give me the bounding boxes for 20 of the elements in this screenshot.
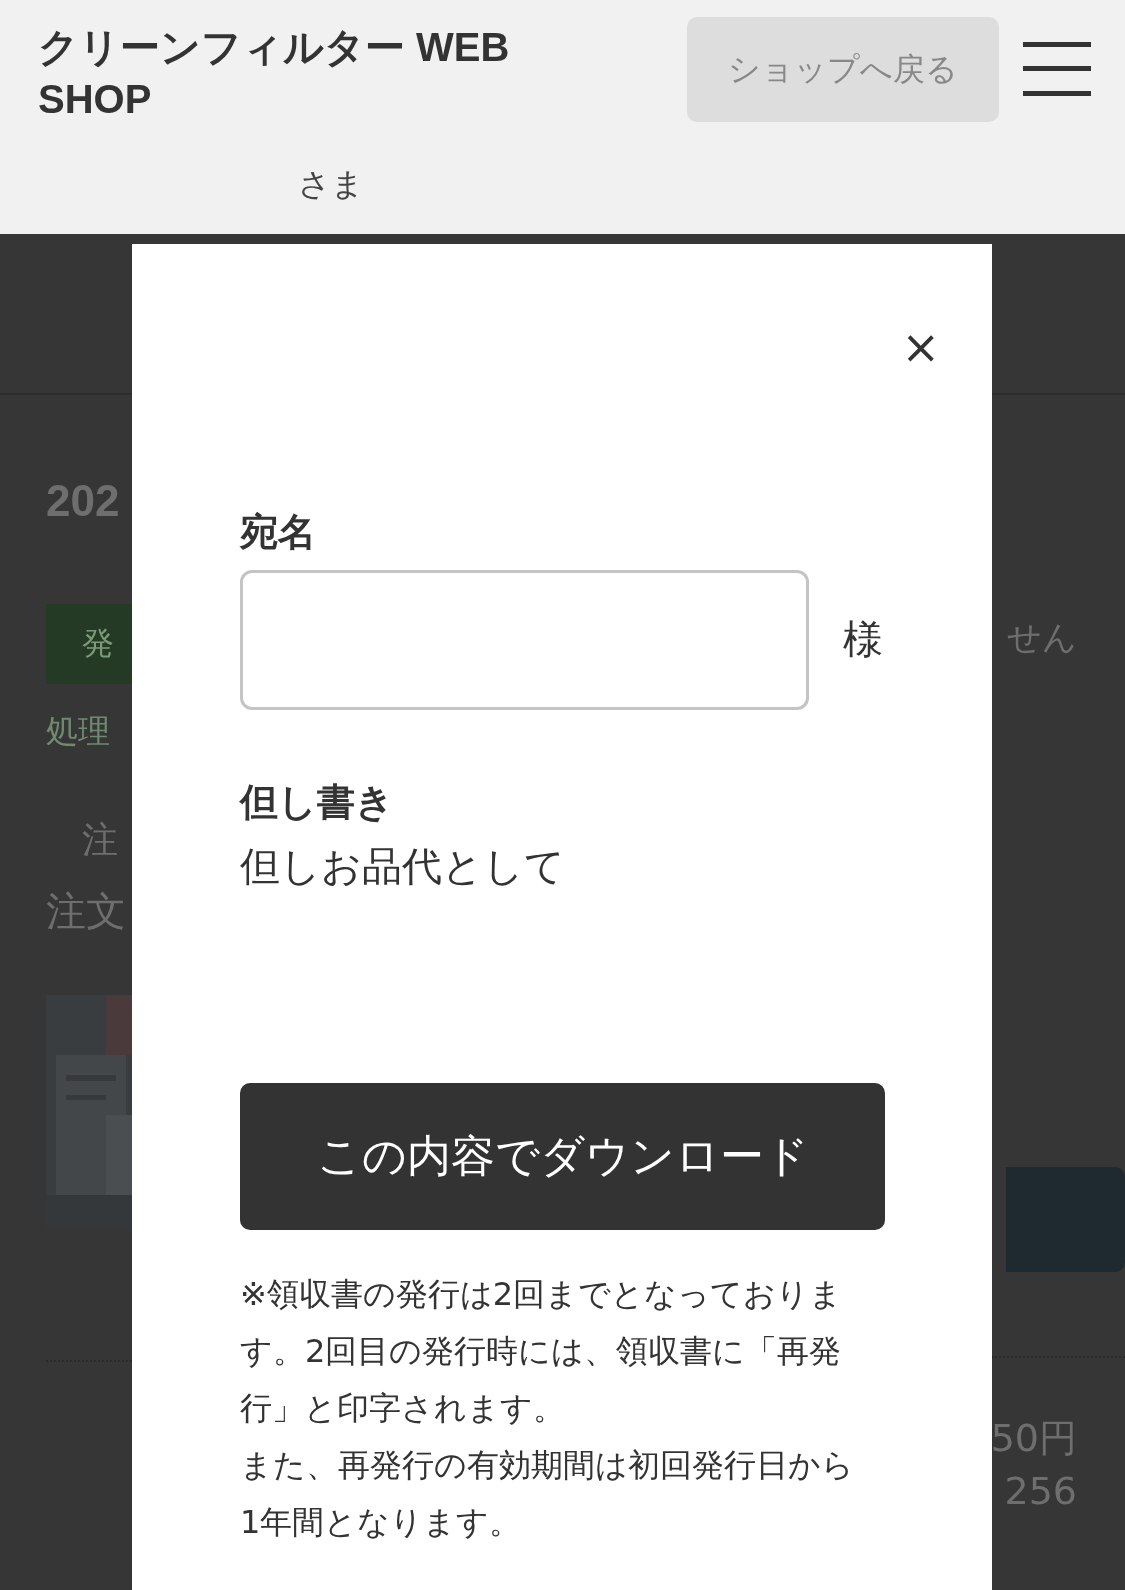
notice-text: ※領収書の発行は2回までとなっております。2回目の発行時には、領収書に「再発行」と印字されます。 xyxy=(240,1274,844,1430)
order-label: 注 xyxy=(82,818,118,862)
status-badge: 発 xyxy=(46,603,132,684)
amount-text: 50円 xyxy=(992,1415,1077,1462)
site-title: クリーンフィルター WEB SHOP xyxy=(38,24,511,123)
greeting-text: さま xyxy=(298,164,364,205)
order-number-label: 注文 xyxy=(46,887,126,936)
notice-text: せん xyxy=(1007,617,1077,658)
notice-text: また、再発行の有効期間は初回発行日から1年間となります。 xyxy=(240,1445,855,1544)
close-button[interactable]: × xyxy=(897,324,944,370)
order-date-text: 202 xyxy=(46,475,120,527)
honorific-suffix: 様 xyxy=(843,615,883,665)
recipient-input[interactable] xyxy=(240,569,809,710)
proviso-text: 但しお品代として xyxy=(240,842,566,892)
menu-icon[interactable] xyxy=(1023,42,1091,98)
recipient-label: 宛名 xyxy=(240,510,317,556)
download-button[interactable]: この内容でダウンロード xyxy=(240,1083,885,1231)
processed-date-label: 処理 xyxy=(46,711,110,751)
proviso-label: 但し書き xyxy=(240,779,395,826)
number-text: 256 xyxy=(1004,1469,1077,1515)
